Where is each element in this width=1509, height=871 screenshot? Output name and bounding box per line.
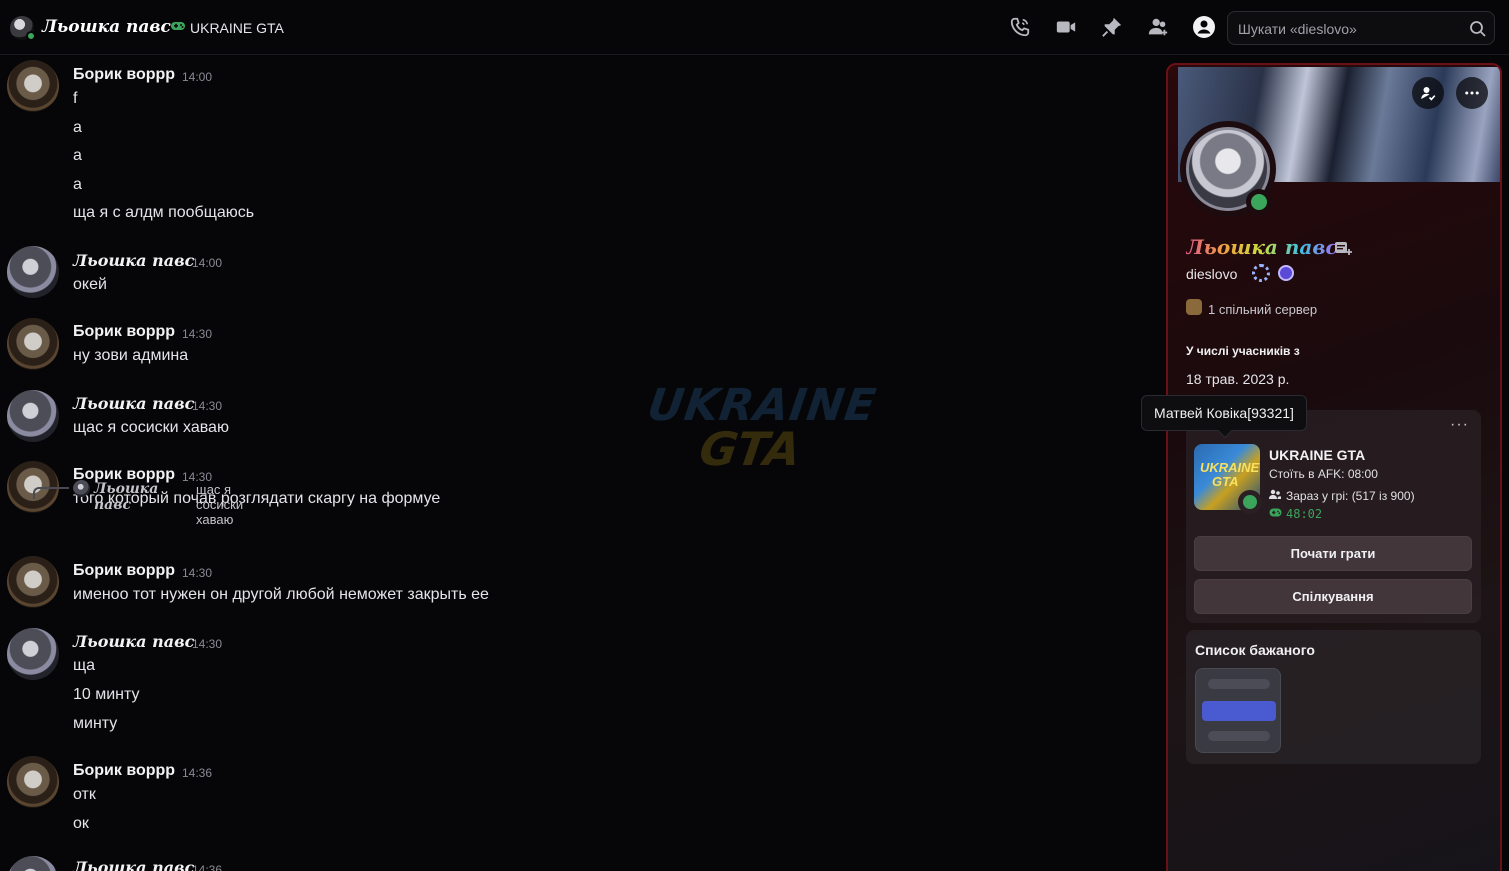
user-avatar[interactable] (7, 856, 59, 871)
message-timestamp: 14:30 (192, 637, 223, 651)
online-status-indicator (1246, 189, 1272, 215)
game-name: UKRAINE GTA (1269, 447, 1366, 463)
chat-button[interactable]: Спілкування (1194, 579, 1472, 614)
message-timestamp: 14:30 (182, 566, 213, 580)
message-text: отк (73, 786, 96, 803)
reply-avatar[interactable] (73, 480, 90, 497)
user-profile-panel: Льошка павс dieslovo 1 спільний сервер У… (1166, 63, 1502, 871)
message-author[interactable]: Льошка павс (73, 858, 194, 871)
server-icon (1186, 299, 1202, 315)
dm-title[interactable]: Льошка павс (42, 17, 171, 37)
wishlist-title: Список бажаного (1195, 642, 1315, 658)
more-options-icon[interactable] (1456, 77, 1488, 109)
activity-more-icon[interactable]: ··· (1450, 416, 1469, 434)
user-avatar[interactable] (7, 318, 59, 370)
message-timestamp: 14:30 (192, 399, 223, 413)
message-timestamp: 14:00 (192, 256, 223, 270)
wishlist-placeholder-row (1208, 679, 1270, 689)
member-since-date: 18 трав. 2023 р. (1186, 371, 1290, 387)
elapsed-time: 48:02 (1286, 507, 1323, 521)
member-since-label: У числі учасників з (1186, 344, 1300, 358)
note-edit-icon[interactable] (1334, 240, 1352, 256)
quest-badge-icon[interactable] (1278, 265, 1294, 281)
user-avatar[interactable] (7, 756, 59, 808)
message-list[interactable]: UKRAINE GTA Борик воррр 14:00 f а а а ща… (0, 56, 1160, 871)
search-input[interactable]: Шукати «dieslovo» (1227, 11, 1495, 45)
user-profile-icon[interactable] (1192, 15, 1216, 39)
message-text: f (73, 90, 78, 107)
user-avatar[interactable] (7, 60, 59, 112)
profile-username[interactable]: dieslovo (1186, 266, 1237, 282)
message-author[interactable]: Борик воррр (73, 562, 175, 580)
channel-header: Льошка павс UKRAINE GTA Шукати «dieslovo… (0, 0, 1509, 55)
search-icon[interactable] (1468, 19, 1488, 39)
search-placeholder: Шукати «dieslovo» (1238, 21, 1357, 37)
reply-connector (33, 487, 69, 499)
message-text: ну зови админа (73, 347, 189, 364)
message-text: а (73, 147, 82, 164)
gamepad-icon (171, 22, 185, 30)
message-text: минту (73, 715, 118, 732)
user-avatar[interactable] (7, 246, 59, 298)
gamepad-icon (1269, 508, 1282, 517)
friend-status-icon[interactable] (1412, 77, 1444, 109)
message-author[interactable]: Борик воррр (73, 66, 175, 84)
tooltip: Матвей Ковіка[93321] (1141, 395, 1307, 439)
header-toolbar (1008, 15, 1216, 41)
video-call-icon[interactable] (1054, 15, 1078, 39)
message-text: щас я сосиски хаваю (73, 419, 229, 436)
play-game-button[interactable]: Почати грати (1194, 536, 1472, 571)
message-timestamp: 14:36 (182, 766, 213, 780)
message-author[interactable]: Льошка павс (73, 394, 194, 413)
message-author[interactable]: Борик воррр (73, 323, 175, 341)
user-avatar[interactable] (7, 556, 59, 608)
voice-call-icon[interactable] (1008, 15, 1032, 39)
message-text: ща (73, 657, 96, 674)
party-size: Зараз у грі: (517 із 900) (1286, 489, 1415, 503)
message-author[interactable]: Борик воррр (73, 762, 175, 780)
user-avatar[interactable] (7, 628, 59, 680)
header-game-activity: UKRAINE GTA (190, 20, 284, 36)
message-text: ща я с алдм пообщаюсь (73, 204, 255, 221)
reply-author[interactable]: Льошка павс (94, 481, 158, 513)
user-avatar[interactable] (7, 390, 59, 442)
game-state: Стоїть в AFK: 08:00 (1269, 467, 1378, 481)
online-status-indicator (26, 31, 36, 41)
mutual-servers-link[interactable]: 1 спільний сервер (1208, 302, 1317, 317)
wishlist-placeholder-row-highlight (1202, 701, 1276, 721)
message-text: а (73, 119, 82, 136)
message-timestamp: 14:30 (182, 327, 213, 341)
message-text: ок (73, 815, 89, 832)
game-activity-card: ··· UKRAINE GTA UKRAINE GTA Стоїть в AFK… (1186, 410, 1481, 623)
reply-preview-text[interactable]: щас я сосиски хаваю (196, 482, 243, 527)
message-author[interactable]: Льошка павс (73, 251, 194, 270)
hypesquad-badge-icon[interactable] (1252, 264, 1270, 282)
wishlist-item[interactable] (1195, 668, 1281, 753)
pin-icon[interactable] (1100, 15, 1124, 39)
tooltip-text: Матвей Ковіка[93321] (1154, 405, 1294, 421)
wishlist-section: Список бажаного (1186, 630, 1481, 764)
message-text: именоо тот нужен он другой любой неможет… (73, 586, 489, 603)
party-icon (1269, 489, 1281, 499)
message-text: а (73, 176, 82, 193)
message-text: окей (73, 276, 107, 293)
message-author[interactable]: Льошка павс (73, 632, 194, 651)
message-timestamp: 14:36 (192, 863, 223, 871)
add-friend-icon[interactable] (1146, 15, 1170, 39)
wishlist-placeholder-row (1208, 731, 1270, 741)
message-timestamp: 14:00 (182, 70, 213, 84)
message-text: 10 минту (73, 686, 140, 703)
ukraine-gta-watermark-logo: UKRAINE GTA (644, 380, 880, 476)
rich-presence-small-icon (1238, 490, 1262, 514)
profile-display-name: Льошка павс (1186, 235, 1338, 259)
